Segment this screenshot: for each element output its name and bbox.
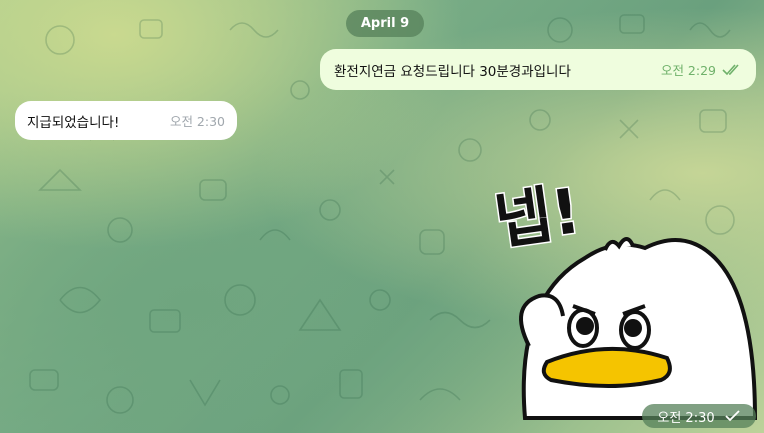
message-time: 오전 2:29	[660, 63, 716, 78]
message-time: 오전 2:30	[169, 114, 225, 129]
sticker-meta: 오전 2:30	[642, 404, 756, 428]
outgoing-message[interactable]: 환전지연금 요청드립니다 30분경과입니다 오전 2:29	[320, 49, 756, 90]
date-label: April 9	[360, 16, 410, 31]
message-text: 환전지연금 요청드립니다 30분경과입니다	[334, 63, 571, 80]
date-separator: April 9	[346, 10, 424, 37]
message-meta: 오전 2:29	[661, 60, 742, 79]
check-icon	[724, 410, 740, 422]
sticker-text: 넵!	[495, 174, 585, 258]
duck-sticker[interactable]: 넵!	[495, 158, 764, 424]
message-text: 지급되었습니다!	[27, 114, 120, 131]
incoming-message[interactable]: 지급되었습니다! 오전 2:30	[15, 101, 237, 140]
message-time: 오전 2:30	[657, 410, 715, 426]
double-check-icon	[722, 63, 739, 75]
